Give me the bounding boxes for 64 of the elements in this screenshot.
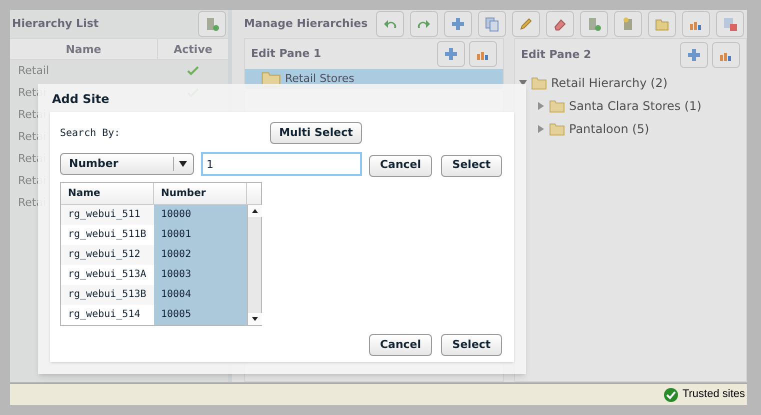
copy-icon	[484, 16, 500, 32]
add-hierarchy-button[interactable]	[198, 11, 226, 37]
dialog-button[interactable]: Cancel	[369, 334, 432, 356]
dialog-button[interactable]: Cancel	[369, 154, 432, 177]
search-by-dropdown[interactable]: Number	[60, 153, 194, 175]
toolbar-button[interactable]	[478, 11, 506, 37]
toolbar-button[interactable]	[580, 11, 608, 37]
folder-icon	[549, 98, 565, 112]
dialog-button[interactable]: Select	[441, 154, 502, 177]
panel-title: Hierarchy List	[12, 16, 99, 32]
expander-icon[interactable]	[519, 78, 527, 86]
panel-title: Manage Hierarchies	[244, 16, 368, 32]
folder-icon	[549, 122, 565, 136]
toolbar-button[interactable]	[410, 11, 438, 37]
security-zone: Trusted sites	[682, 387, 745, 402]
scroll-down-icon[interactable]	[248, 313, 262, 325]
pane-button[interactable]	[437, 41, 465, 67]
tree-item[interactable]: Pantaloon (5)	[569, 120, 650, 138]
dialog-title: Add Site	[52, 91, 110, 108]
toolbar-button[interactable]	[614, 11, 642, 37]
toolbar-button[interactable]	[716, 11, 744, 37]
table-cell[interactable]: 10004	[154, 285, 247, 305]
scrollbar[interactable]	[247, 205, 261, 325]
add-icon	[450, 16, 466, 32]
toolbar-button[interactable]	[682, 11, 710, 37]
add-building-icon	[204, 16, 220, 32]
table-cell[interactable]: 10005	[154, 305, 247, 325]
expander-icon[interactable]	[537, 102, 545, 110]
search-label: Search By:	[60, 126, 120, 140]
toolbar-button[interactable]	[376, 11, 404, 37]
table-cell[interactable]: 10000	[154, 205, 247, 225]
pane-title: Edit Pane 2	[521, 46, 592, 63]
dialog-button[interactable]: Select	[441, 334, 502, 356]
folder-icon	[531, 76, 547, 90]
pane-title: Edit Pane 1	[251, 46, 322, 62]
column-header[interactable]: Number	[154, 183, 247, 204]
dialog-button[interactable]: Multi Select	[270, 122, 362, 144]
column-header[interactable]: Name	[10, 39, 158, 59]
toolbar-button[interactable]	[546, 11, 574, 37]
edit-icon	[518, 16, 534, 32]
toolbar-button[interactable]	[512, 11, 540, 37]
table-cell[interactable]: 10003	[154, 265, 247, 285]
pane-button[interactable]	[680, 42, 708, 68]
scroll-up-icon[interactable]	[248, 205, 262, 217]
table-cell[interactable]: rg_webui_511	[61, 205, 154, 225]
tree-item[interactable]: Santa Clara Stores (1)	[569, 96, 702, 114]
toolbar-button[interactable]	[444, 11, 472, 37]
add-icon	[443, 46, 459, 62]
toolbar-button[interactable]	[648, 11, 676, 37]
expander-icon[interactable]	[537, 124, 545, 132]
table-cell[interactable]: rg_webui_513B	[61, 285, 154, 305]
tree-item[interactable]: Retail Hierarchy (2)	[551, 74, 668, 92]
table-cell-text: Retail	[18, 62, 50, 79]
check-icon	[664, 388, 678, 402]
column-header[interactable]: Name	[61, 183, 154, 204]
pane-button[interactable]	[712, 42, 740, 68]
search-field[interactable]: 1	[200, 152, 362, 176]
table-cell[interactable]: 10001	[154, 225, 247, 245]
table-cell[interactable]: 10002	[154, 245, 247, 265]
caret-icon	[179, 161, 188, 167]
column-header[interactable]: Active	[158, 39, 228, 59]
pane-button[interactable]	[469, 41, 497, 67]
add-icon	[686, 47, 702, 63]
table-cell[interactable]: rg_webui_512	[61, 245, 154, 265]
